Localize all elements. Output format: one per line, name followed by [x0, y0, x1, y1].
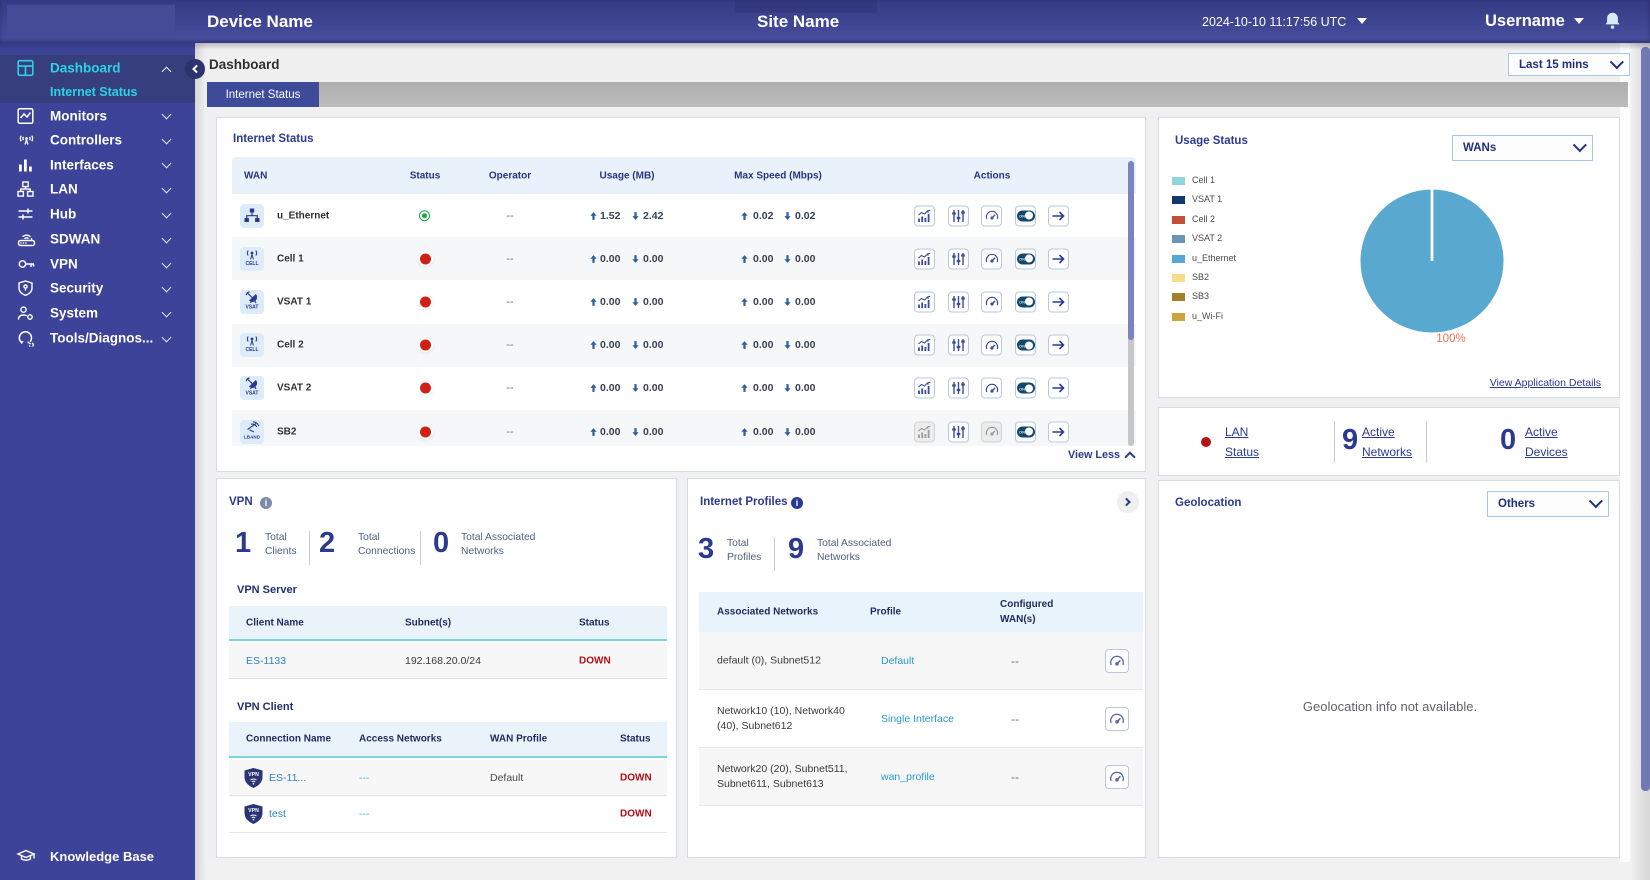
svg-text:LBAND: LBAND [244, 434, 261, 439]
svg-text:VPN: VPN [248, 808, 259, 814]
svg-text:VSAT: VSAT [246, 304, 259, 310]
svg-text:VSAT: VSAT [246, 391, 259, 397]
svg-text:CELL: CELL [245, 261, 258, 267]
svg-text:VPN: VPN [248, 772, 259, 778]
svg-text:CELL: CELL [245, 347, 258, 353]
